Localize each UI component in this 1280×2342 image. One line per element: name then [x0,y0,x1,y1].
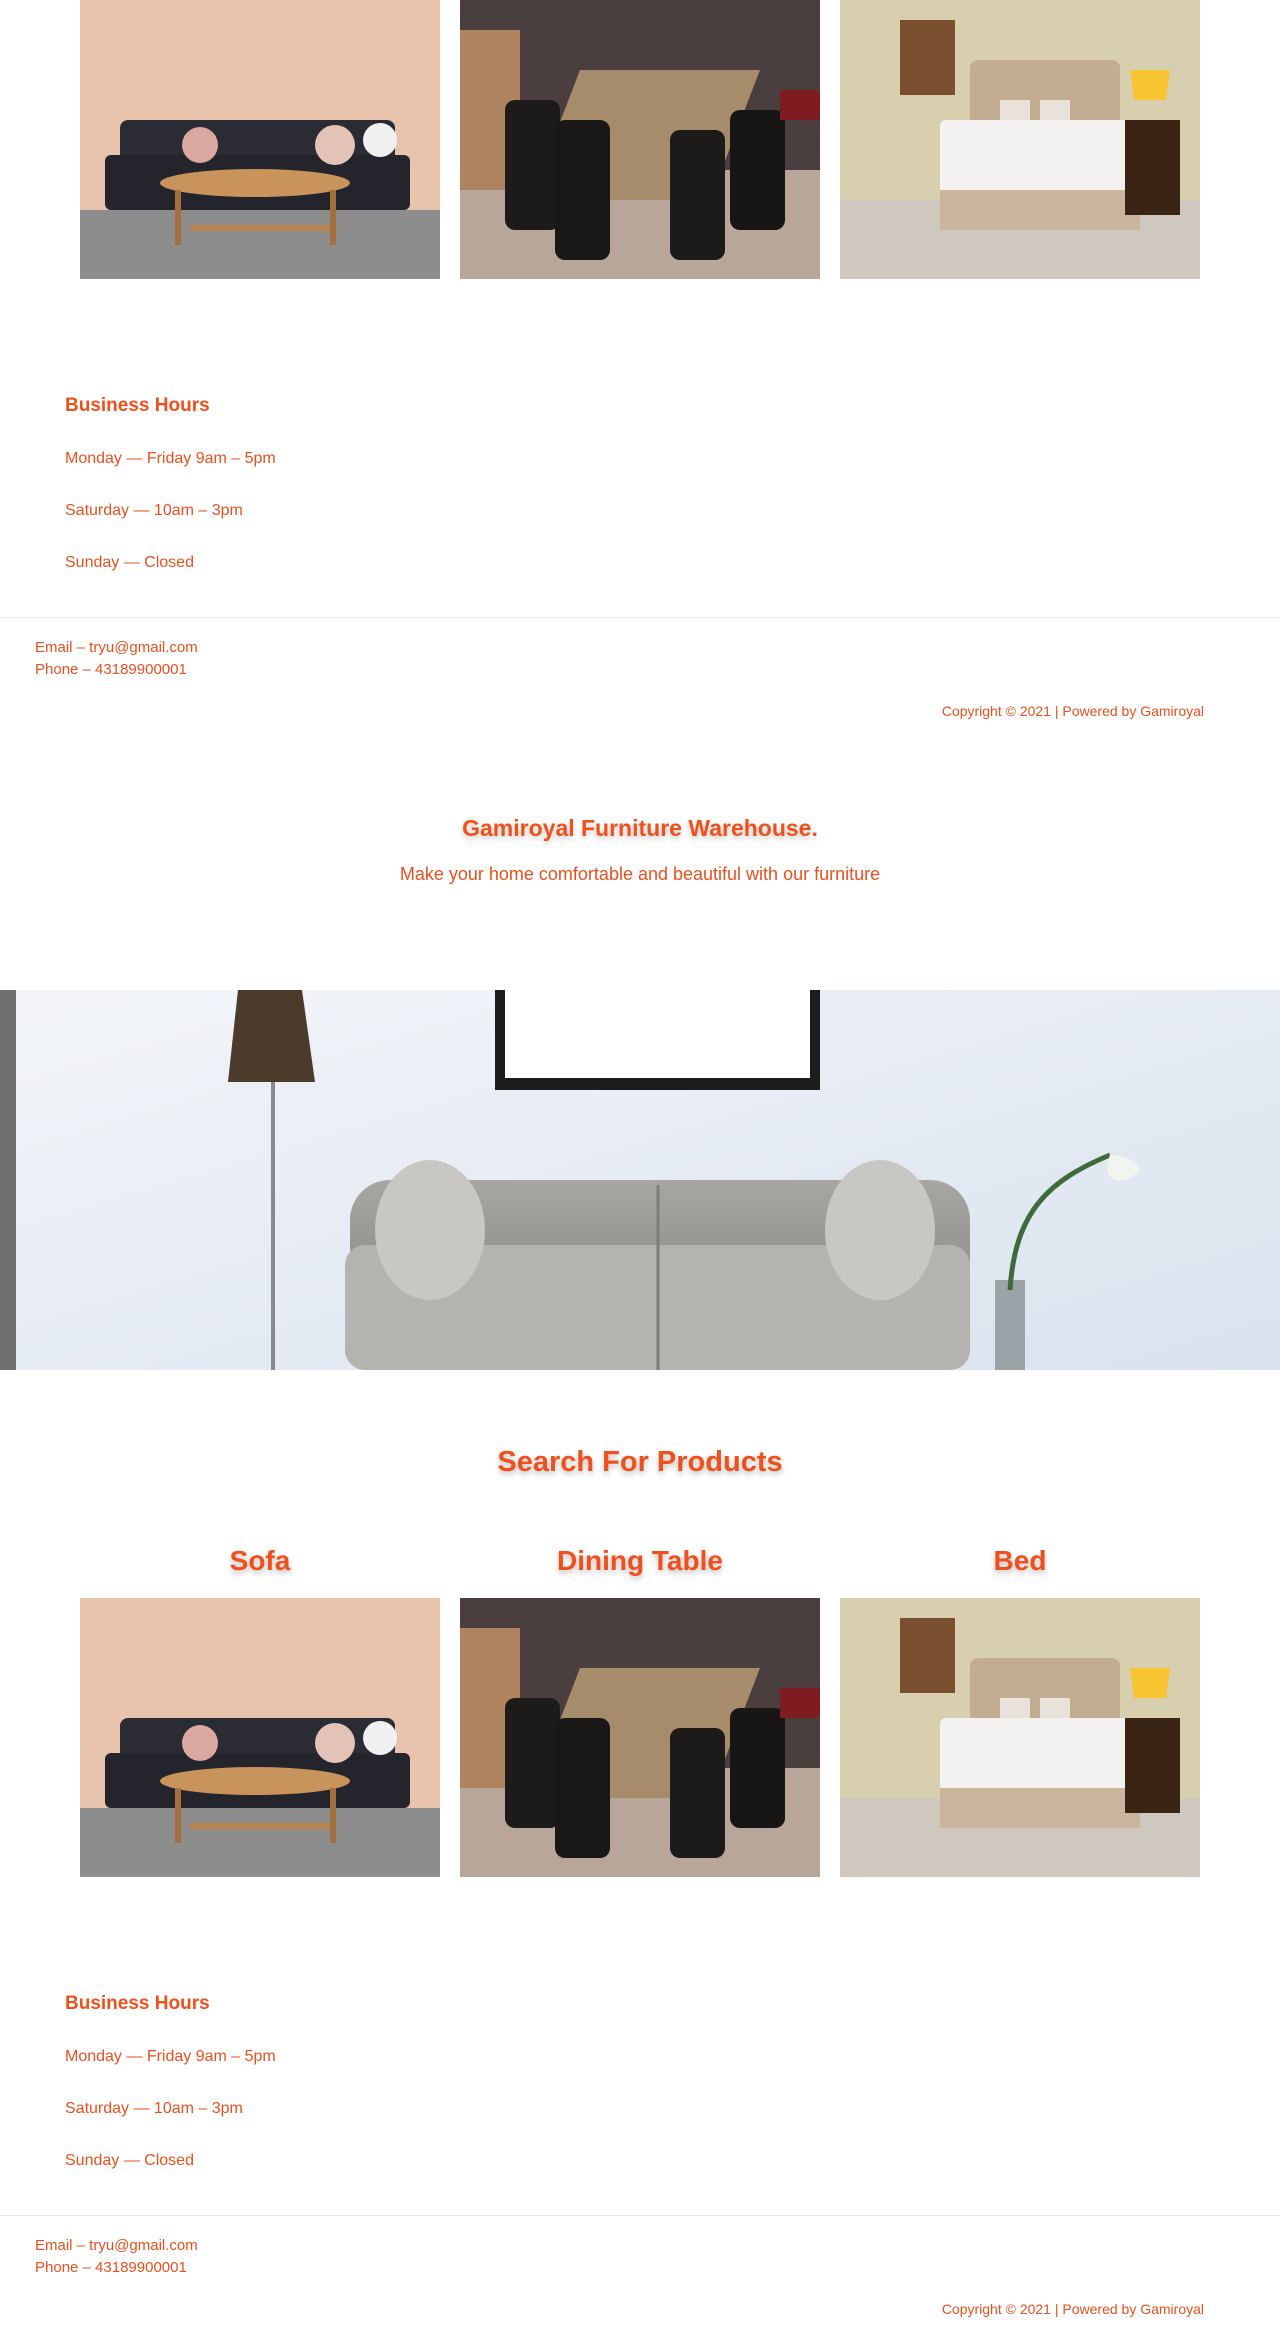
search-section-title: Search For Products [497,1446,783,1478]
contact-email: Email – tryu@gmail.com [35,639,198,656]
dining-table-image[interactable] [460,0,820,279]
hours-weekdays: Monday — Friday 9am – 5pm [65,2048,276,2065]
bed-image[interactable] [840,0,1200,279]
sofa-image[interactable] [80,1598,440,1877]
bed-image[interactable] [840,1598,1200,1877]
sofa-image[interactable] [80,0,440,279]
footer-divider [0,617,1280,618]
footer-divider [0,2215,1280,2216]
copyright-text: Copyright © 2021 | Powered by Gamiroyal [941,2301,1204,2317]
copyright-text: Copyright © 2021 | Powered by Gamiroyal [941,703,1204,719]
hours-saturday: Saturday — 10am – 3pm [65,502,243,519]
contact-info: Email – tryu@gmail.com Phone – 431899000… [35,2235,198,2279]
contact-info: Email – tryu@gmail.com Phone – 431899000… [35,637,198,681]
product-title-sofa[interactable]: Sofa [80,1545,440,1577]
hero-subtitle: Make your home comfortable and beautiful… [399,864,881,884]
contact-phone: Phone – 43189900001 [35,661,187,678]
hours-sunday: Sunday — Closed [65,554,194,571]
business-hours-title: Business Hours [65,1993,210,2014]
hours-sunday: Sunday — Closed [65,2152,194,2169]
dining-table-image[interactable] [460,1598,820,1877]
hero-banner-image [0,990,1280,1370]
contact-email: Email – tryu@gmail.com [35,2237,198,2254]
contact-phone: Phone – 43189900001 [35,2259,187,2276]
hours-saturday: Saturday — 10am – 3pm [65,2100,243,2117]
hours-weekdays: Monday — Friday 9am – 5pm [65,450,276,467]
product-title-dining-table[interactable]: Dining Table [460,1545,820,1577]
product-title-bed[interactable]: Bed [840,1545,1200,1577]
business-hours-title: Business Hours [65,395,210,416]
hero-title: Gamiroyal Furniture Warehouse. [462,815,818,841]
